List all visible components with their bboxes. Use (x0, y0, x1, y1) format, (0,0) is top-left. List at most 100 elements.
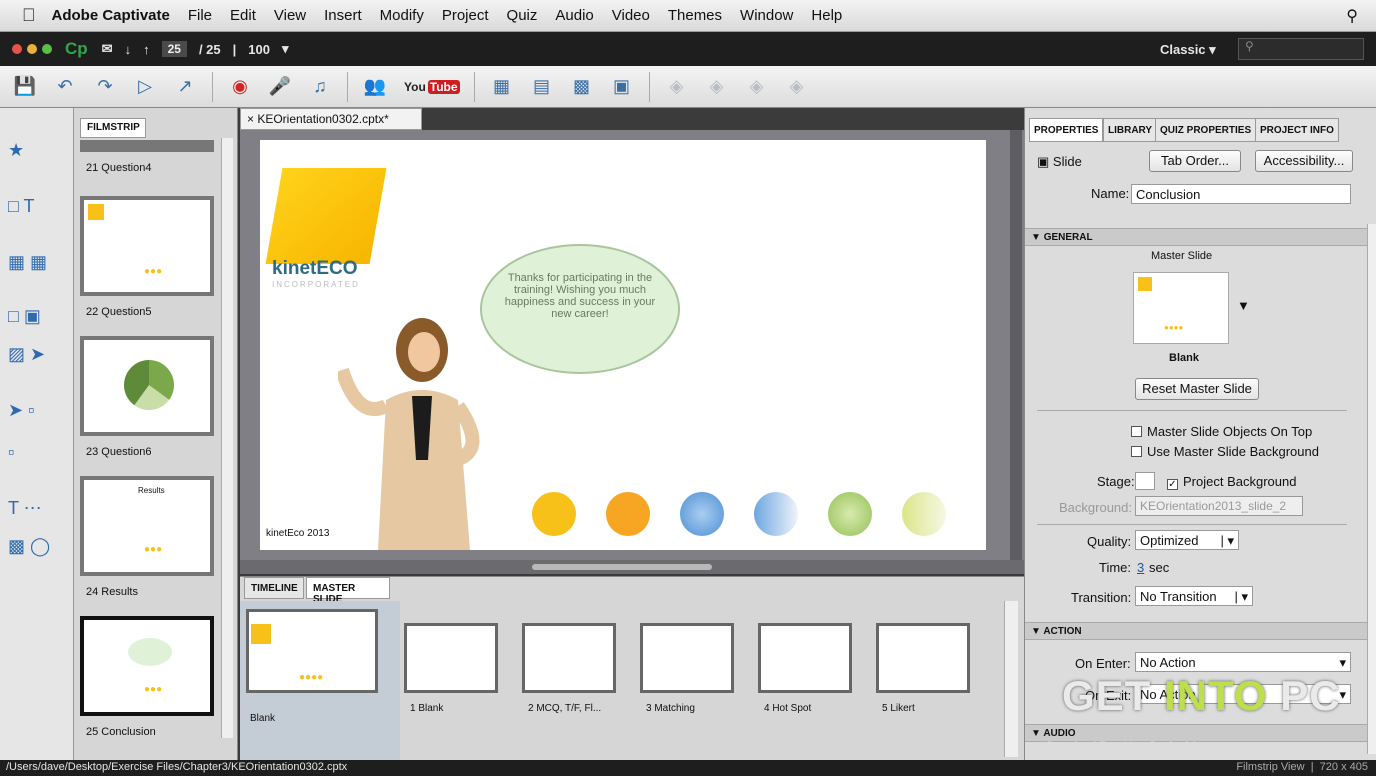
mail-icon[interactable]: ✉ (102, 41, 113, 57)
filmstrip-item[interactable]: 23 Question6 (80, 336, 220, 458)
grid-icon[interactable]: ▤ (529, 74, 555, 100)
divider (1037, 524, 1347, 525)
menu-window[interactable]: Window (740, 7, 793, 24)
master-slide-preview[interactable]: ●●●● (1133, 272, 1229, 344)
zoom-level[interactable]: 100 (248, 42, 270, 57)
text-animation-icon[interactable]: T ⋯ (8, 494, 64, 522)
menu-edit[interactable]: Edit (230, 7, 256, 24)
highlight-icon[interactable]: ▨ ➤ (8, 340, 64, 368)
menu-insert[interactable]: Insert (324, 7, 362, 24)
master-dropdown-icon[interactable]: ▼ (1237, 298, 1250, 313)
filmstrip-item[interactable]: ●●● 22 Question5 (80, 196, 220, 318)
image-icon[interactable]: ▦ ▦ (8, 248, 64, 276)
tab-quiz-properties[interactable]: QUIZ PROPERTIES (1155, 118, 1257, 142)
shape-icon[interactable]: □ ▣ (8, 302, 64, 330)
filmstrip-item[interactable]: 21 Question4 (80, 140, 220, 174)
transition-select[interactable]: No Transition | ▾ (1135, 586, 1253, 606)
objects-on-top-checkbox[interactable]: Master Slide Objects On Top (1131, 424, 1312, 439)
text-entry-icon[interactable]: ▫ (8, 438, 64, 466)
tab-order-button[interactable]: Tab Order... (1149, 150, 1241, 172)
scroll-thumb[interactable] (532, 564, 712, 570)
help-search-input[interactable]: ⚲ (1238, 38, 1364, 60)
project-background-checkbox[interactable]: ✓ Project Background (1167, 474, 1296, 490)
master-thumbnail[interactable] (758, 623, 852, 693)
accessibility-button[interactable]: Accessibility... (1255, 150, 1353, 172)
menu-audio[interactable]: Audio (555, 7, 593, 24)
youtube-button[interactable]: You Tube (402, 79, 460, 94)
master-thumbnail[interactable]: ●●●● (246, 609, 378, 693)
align-top-icon[interactable]: ◈ (784, 74, 810, 100)
master-thumbnail[interactable] (522, 623, 616, 693)
document-tab[interactable]: × KEOrientation0302.cptx* (240, 108, 422, 130)
menu-help[interactable]: Help (811, 7, 842, 24)
spotlight-search-icon[interactable]: ⚲ (1346, 6, 1358, 26)
section-action[interactable]: ▼ ACTION (1025, 622, 1367, 640)
down-arrow-icon[interactable]: ↓ (125, 42, 132, 57)
tab-properties[interactable]: PROPERTIES (1029, 118, 1104, 142)
record-icon[interactable]: ◉ (227, 74, 253, 100)
master-thumbnail[interactable] (640, 623, 734, 693)
zoom-window-icon[interactable] (42, 44, 52, 54)
color-circle (532, 492, 576, 536)
use-master-background-checkbox[interactable]: Use Master Slide Background (1131, 444, 1319, 459)
menu-app-name[interactable]: Adobe Captivate (52, 7, 170, 24)
character-image[interactable] (338, 310, 528, 550)
master-thumbnail[interactable] (404, 623, 498, 693)
master-panel-scrollbar[interactable] (1004, 601, 1018, 757)
share-users-icon[interactable]: 👥 (362, 74, 388, 100)
music-note-icon[interactable]: ♫ (307, 74, 333, 100)
menu-file[interactable]: File (188, 7, 212, 24)
align-right-icon[interactable]: ◈ (744, 74, 770, 100)
save-icon[interactable]: 💾 (12, 74, 38, 100)
stage-horizontal-scrollbar[interactable] (240, 560, 1024, 574)
tab-library[interactable]: LIBRARY (1103, 118, 1158, 142)
tab-timeline[interactable]: TIMELINE (244, 577, 304, 599)
tab-project-info[interactable]: PROJECT INFO (1255, 118, 1339, 142)
stage-vertical-scrollbar[interactable] (1010, 130, 1022, 574)
main-toolbar: 💾 ↶ ↷ ▷ ↗ ◉ 🎤 ♫ 👥 You Tube ▦ ▤ ▩ ▣ ◈ ◈ ◈ … (0, 66, 1376, 108)
apple-icon[interactable]:  (22, 5, 36, 26)
quality-select[interactable]: Optimized | ▾ (1135, 530, 1239, 550)
redo-icon[interactable]: ↷ (92, 74, 118, 100)
filmstrip-item[interactable]: Results ●●● 24 Results (80, 476, 220, 598)
menu-modify[interactable]: Modify (380, 7, 424, 24)
menu-video[interactable]: Video (612, 7, 650, 24)
slide-canvas[interactable]: kinetECO INCORPORATED Thanks for partici… (260, 140, 986, 550)
menu-themes[interactable]: Themes (668, 7, 722, 24)
tab-master-slide[interactable]: MASTER SLIDE (306, 577, 390, 605)
master-thumbnail[interactable] (876, 623, 970, 693)
on-enter-select[interactable]: No Action ▾ (1135, 652, 1351, 672)
microphone-icon[interactable]: 🎤 (267, 74, 293, 100)
slide-name-input[interactable]: Conclusion (1131, 184, 1351, 204)
text-caption-icon[interactable]: □ T (8, 192, 64, 220)
publish-icon[interactable]: ↗ (172, 74, 198, 100)
close-window-icon[interactable] (12, 44, 22, 54)
preview-play-icon[interactable]: ▷ (132, 74, 158, 100)
menu-project[interactable]: Project (442, 7, 489, 24)
align-left-icon[interactable]: ◈ (664, 74, 690, 100)
properties-scrollbar[interactable] (1367, 224, 1376, 754)
star-icon[interactable]: ★ (8, 136, 64, 164)
slides-icon[interactable]: ▦ (489, 74, 515, 100)
menu-view[interactable]: View (274, 7, 306, 24)
menu-quiz[interactable]: Quiz (507, 7, 538, 24)
undo-icon[interactable]: ↶ (52, 74, 78, 100)
caption-icon[interactable]: ▣ (609, 74, 635, 100)
time-value[interactable]: 3 (1137, 560, 1144, 575)
video-icon[interactable]: ▩ ◯ (8, 532, 64, 560)
filmstrip-item-selected[interactable]: ●●● 25 Conclusion (80, 616, 220, 738)
filmstrip-scrollbar[interactable] (221, 138, 233, 738)
click-box-icon[interactable]: ➤ ▫ (8, 396, 64, 424)
current-slide-input[interactable]: 25 (161, 41, 187, 57)
up-arrow-icon[interactable]: ↑ (143, 42, 150, 57)
zoom-dropdown-icon[interactable]: ▾ (282, 41, 289, 57)
stage-color-swatch[interactable] (1135, 472, 1155, 490)
minimize-window-icon[interactable] (27, 44, 37, 54)
tab-filmstrip[interactable]: FILMSTRIP (80, 118, 146, 138)
section-general[interactable]: ▼ GENERAL (1025, 228, 1367, 246)
workspace-switcher[interactable]: Classic ▾ (1160, 42, 1216, 58)
table-icon[interactable]: ▩ (569, 74, 595, 100)
align-center-icon[interactable]: ◈ (704, 74, 730, 100)
watermark-logo: GET INTO PC (1062, 672, 1341, 719)
reset-master-slide-button[interactable]: Reset Master Slide (1135, 378, 1259, 400)
